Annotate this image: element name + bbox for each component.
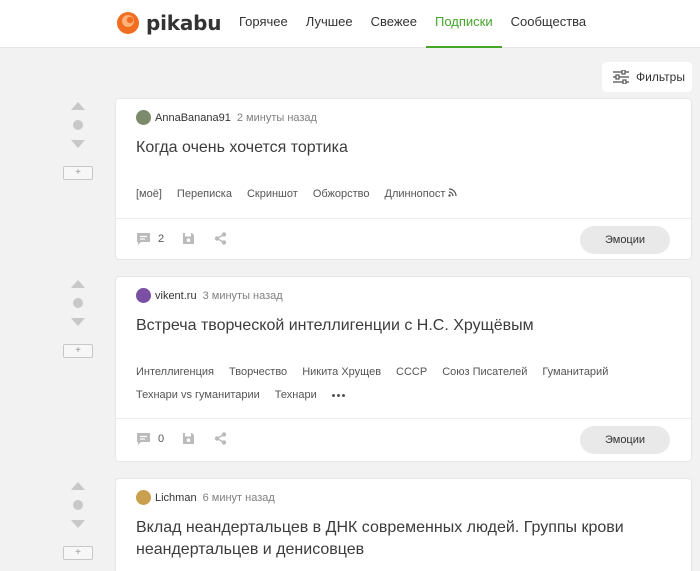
rating-dot [73, 298, 83, 308]
nav-fresh[interactable]: Свежее [362, 0, 426, 48]
filters-icon [613, 70, 629, 84]
arrow-down-icon [71, 318, 85, 326]
author-name[interactable]: vikent.ru [155, 290, 197, 302]
tag[interactable]: Интеллигенция [136, 361, 214, 384]
tag-label: Длиннопост [384, 188, 446, 200]
post-card: Lichman 6 минут назад Вклад неандертальц… [115, 478, 692, 571]
emotions-button[interactable]: Эмоции [580, 426, 670, 454]
downvote-button[interactable] [70, 518, 86, 530]
tag[interactable]: Технари vs гуманитарии [136, 384, 260, 407]
post-title[interactable]: Встреча творческой интеллигенции с Н.С. … [136, 315, 676, 337]
filters-button[interactable]: Фильтры [602, 62, 692, 92]
tag[interactable]: СССР [396, 361, 427, 384]
post-author: Lichman 6 минут назад [136, 490, 275, 505]
tag[interactable]: Скриншот [247, 183, 298, 206]
comment-count: 0 [158, 433, 165, 445]
main-nav: Горячее Лучшее Свежее Подписки Сообществ… [230, 0, 595, 48]
tag[interactable]: Никита Хрущев [302, 361, 381, 384]
save-icon[interactable] [182, 432, 195, 445]
author-name[interactable]: AnnaBanana91 [155, 112, 231, 124]
header: pikabu Горячее Лучшее Свежее Подписки Со… [0, 0, 700, 48]
pikabu-logo-icon [117, 12, 139, 34]
post-author: AnnaBanana91 2 минуты назад [136, 110, 317, 125]
tag[interactable]: Переписка [177, 183, 232, 206]
post-title[interactable]: Когда очень хочется тортика [136, 137, 676, 159]
arrow-up-icon [71, 482, 85, 490]
vote-panel: + [62, 278, 94, 358]
logo[interactable]: pikabu [116, 10, 222, 36]
author-name[interactable]: Lichman [155, 492, 197, 504]
tag-long-post[interactable]: Длиннопост [385, 183, 458, 206]
save-icon[interactable] [182, 232, 195, 245]
expand-button[interactable]: + [63, 166, 93, 180]
comment-count: 2 [158, 233, 165, 245]
tag[interactable]: Гуманитарий [542, 361, 608, 384]
upvote-button[interactable] [70, 480, 86, 492]
nav-subscriptions[interactable]: Подписки [426, 0, 502, 48]
comment-icon[interactable] [136, 432, 151, 446]
tag[interactable]: Технари [275, 384, 317, 407]
arrow-down-icon [71, 520, 85, 528]
avatar[interactable] [136, 490, 151, 505]
avatar[interactable] [136, 110, 151, 125]
post-card: vikent.ru 3 минуты назад Встреча творчес… [115, 276, 692, 462]
post-time: 2 минуты назад [236, 111, 317, 124]
comment-icon[interactable] [136, 232, 151, 246]
arrow-up-icon [71, 280, 85, 288]
post-card: AnnaBanana91 2 минуты назад Когда очень … [115, 98, 692, 260]
rss-icon [448, 188, 458, 197]
tag[interactable]: Союз Писателей [442, 361, 527, 384]
post-footer: 2 Эмоции [116, 218, 691, 261]
rating-dot [73, 120, 83, 130]
nav-best[interactable]: Лучшее [297, 0, 362, 48]
tag[interactable]: Творчество [229, 361, 287, 384]
tag[interactable]: Обжорство [313, 183, 370, 206]
downvote-button[interactable] [70, 138, 86, 150]
emotions-button[interactable]: Эмоции [580, 226, 670, 254]
upvote-button[interactable] [70, 100, 86, 112]
more-tags-icon[interactable] [331, 384, 347, 407]
downvote-button[interactable] [70, 316, 86, 328]
post-footer: 0 Эмоции [116, 418, 691, 461]
post-time: 3 минуты назад [202, 289, 283, 302]
nav-hot[interactable]: Горячее [230, 0, 297, 48]
vote-panel: + [62, 100, 94, 180]
rating-dot [73, 500, 83, 510]
filters-label: Фильтры [636, 70, 685, 84]
post-title[interactable]: Вклад неандертальцев в ДНК современных л… [136, 517, 676, 561]
tag[interactable]: [моё] [136, 183, 162, 206]
post-tags: Интеллигенция Творчество Никита Хрущев С… [136, 361, 676, 407]
post-time: 6 минут назад [202, 491, 275, 504]
vote-panel: + [62, 480, 94, 560]
upvote-button[interactable] [70, 278, 86, 290]
arrow-down-icon [71, 140, 85, 148]
post-author: vikent.ru 3 минуты назад [136, 288, 283, 303]
share-icon[interactable] [214, 232, 227, 245]
share-icon[interactable] [214, 432, 227, 445]
arrow-up-icon [71, 102, 85, 110]
nav-communities[interactable]: Сообщества [502, 0, 596, 48]
expand-button[interactable]: + [63, 344, 93, 358]
expand-button[interactable]: + [63, 546, 93, 560]
avatar[interactable] [136, 288, 151, 303]
logo-text: pikabu [146, 11, 222, 35]
post-tags: [моё] Переписка Скриншот Обжорство Длинн… [136, 183, 676, 206]
